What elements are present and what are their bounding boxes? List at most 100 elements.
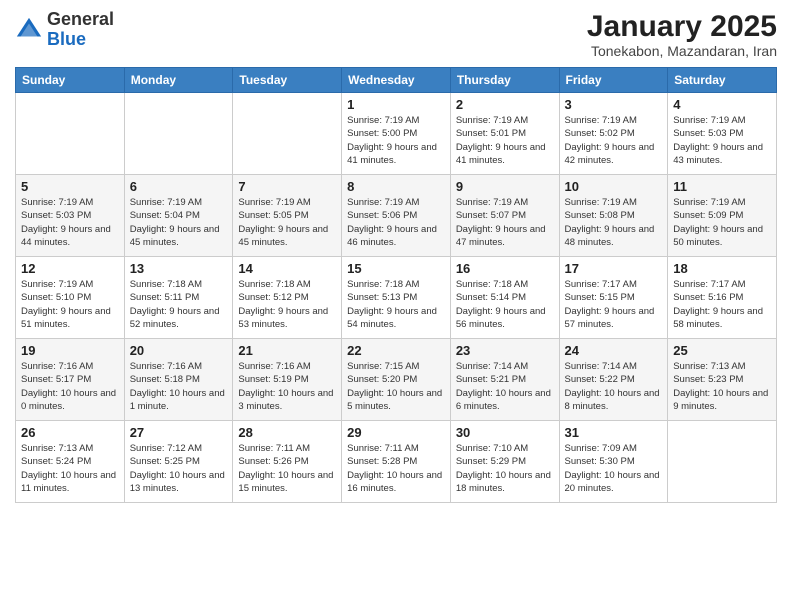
day-cell: 17Sunrise: 7:17 AM Sunset: 5:15 PM Dayli… bbox=[559, 257, 668, 339]
day-cell: 31Sunrise: 7:09 AM Sunset: 5:30 PM Dayli… bbox=[559, 421, 668, 503]
day-cell: 20 Sunrise: 7:16 AM Sunset: 5:18 PM Dayli… bbox=[124, 339, 233, 421]
day-number: 11 bbox=[673, 179, 771, 194]
day-cell: 12Sunrise: 7:19 AM Sunset: 5:10 PM Dayli… bbox=[16, 257, 125, 339]
day-info: Sunrise: 7:15 AM Sunset: 5:20 PM Dayligh… bbox=[347, 360, 445, 413]
day-info: Sunrise: 7:17 AM Sunset: 5:16 PM Dayligh… bbox=[673, 278, 771, 331]
day-cell: 30 Sunrise: 7:10 AM Sunset: 5:29 PM Dayli… bbox=[450, 421, 559, 503]
weekday-wednesday: Wednesday bbox=[342, 68, 451, 93]
day-info: Sunrise: 7:19 AM Sunset: 5:03 PM Dayligh… bbox=[21, 196, 119, 249]
day-info: Sunrise: 7:19 AM Sunset: 5:00 PM Dayligh… bbox=[347, 114, 445, 167]
day-cell: 26Sunrise: 7:13 AM Sunset: 5:24 PM Dayli… bbox=[16, 421, 125, 503]
day-info: Sunrise: 7:10 AM Sunset: 5:29 PM Dayligh… bbox=[456, 442, 554, 495]
day-cell: 4 Sunrise: 7:19 AM Sunset: 5:03 PM Daylig… bbox=[668, 93, 777, 175]
day-number: 8 bbox=[347, 179, 445, 194]
week-row-4: 26Sunrise: 7:13 AM Sunset: 5:24 PM Dayli… bbox=[16, 421, 777, 503]
day-cell bbox=[233, 93, 342, 175]
day-number: 26 bbox=[21, 425, 119, 440]
day-info: Sunrise: 7:18 AM Sunset: 5:11 PM Dayligh… bbox=[130, 278, 228, 331]
day-number: 24 bbox=[565, 343, 663, 358]
day-info: Sunrise: 7:19 AM Sunset: 5:01 PM Dayligh… bbox=[456, 114, 554, 167]
weekday-saturday: Saturday bbox=[668, 68, 777, 93]
day-number: 23 bbox=[456, 343, 554, 358]
day-info: Sunrise: 7:13 AM Sunset: 5:23 PM Dayligh… bbox=[673, 360, 771, 413]
day-cell: 3 Sunrise: 7:19 AM Sunset: 5:02 PM Daylig… bbox=[559, 93, 668, 175]
day-info: Sunrise: 7:19 AM Sunset: 5:03 PM Dayligh… bbox=[673, 114, 771, 167]
day-info: Sunrise: 7:19 AM Sunset: 5:06 PM Dayligh… bbox=[347, 196, 445, 249]
day-cell: 8 Sunrise: 7:19 AM Sunset: 5:06 PM Daylig… bbox=[342, 175, 451, 257]
week-row-1: 5Sunrise: 7:19 AM Sunset: 5:03 PM Daylig… bbox=[16, 175, 777, 257]
day-number: 3 bbox=[565, 97, 663, 112]
day-number: 7 bbox=[238, 179, 336, 194]
day-cell: 1Sunrise: 7:19 AM Sunset: 5:00 PM Daylig… bbox=[342, 93, 451, 175]
month-title: January 2025 bbox=[587, 10, 777, 43]
day-info: Sunrise: 7:16 AM Sunset: 5:17 PM Dayligh… bbox=[21, 360, 119, 413]
day-info: Sunrise: 7:19 AM Sunset: 5:07 PM Dayligh… bbox=[456, 196, 554, 249]
day-cell: 19 Sunrise: 7:16 AM Sunset: 5:17 PM Dayli… bbox=[16, 339, 125, 421]
day-number: 4 bbox=[673, 97, 771, 112]
weekday-monday: Monday bbox=[124, 68, 233, 93]
logo: General Blue bbox=[15, 10, 114, 50]
day-cell: 28 Sunrise: 7:11 AM Sunset: 5:26 PM Dayli… bbox=[233, 421, 342, 503]
day-number: 13 bbox=[130, 261, 228, 276]
day-number: 20 bbox=[130, 343, 228, 358]
day-cell: 27 Sunrise: 7:12 AM Sunset: 5:25 PM Dayli… bbox=[124, 421, 233, 503]
day-cell: 13 Sunrise: 7:18 AM Sunset: 5:11 PM Dayli… bbox=[124, 257, 233, 339]
day-cell: 25 Sunrise: 7:13 AM Sunset: 5:23 PM Dayli… bbox=[668, 339, 777, 421]
day-cell: 5Sunrise: 7:19 AM Sunset: 5:03 PM Daylig… bbox=[16, 175, 125, 257]
day-number: 28 bbox=[238, 425, 336, 440]
logo-blue: Blue bbox=[47, 29, 86, 49]
day-cell: 6 Sunrise: 7:19 AM Sunset: 5:04 PM Daylig… bbox=[124, 175, 233, 257]
day-number: 16 bbox=[456, 261, 554, 276]
header: General Blue January 2025 Tonekabon, Maz… bbox=[15, 10, 777, 59]
day-info: Sunrise: 7:18 AM Sunset: 5:13 PM Dayligh… bbox=[347, 278, 445, 331]
day-cell bbox=[668, 421, 777, 503]
day-info: Sunrise: 7:19 AM Sunset: 5:04 PM Dayligh… bbox=[130, 196, 228, 249]
day-info: Sunrise: 7:18 AM Sunset: 5:14 PM Dayligh… bbox=[456, 278, 554, 331]
day-cell: 7 Sunrise: 7:19 AM Sunset: 5:05 PM Daylig… bbox=[233, 175, 342, 257]
day-cell bbox=[16, 93, 125, 175]
day-number: 2 bbox=[456, 97, 554, 112]
day-info: Sunrise: 7:19 AM Sunset: 5:05 PM Dayligh… bbox=[238, 196, 336, 249]
day-cell: 11Sunrise: 7:19 AM Sunset: 5:09 PM Dayli… bbox=[668, 175, 777, 257]
day-number: 10 bbox=[565, 179, 663, 194]
day-cell: 29Sunrise: 7:11 AM Sunset: 5:28 PM Dayli… bbox=[342, 421, 451, 503]
day-cell bbox=[124, 93, 233, 175]
day-info: Sunrise: 7:18 AM Sunset: 5:12 PM Dayligh… bbox=[238, 278, 336, 331]
day-info: Sunrise: 7:16 AM Sunset: 5:18 PM Dayligh… bbox=[130, 360, 228, 413]
day-number: 6 bbox=[130, 179, 228, 194]
day-number: 30 bbox=[456, 425, 554, 440]
day-cell: 10 Sunrise: 7:19 AM Sunset: 5:08 PM Dayli… bbox=[559, 175, 668, 257]
day-number: 29 bbox=[347, 425, 445, 440]
day-info: Sunrise: 7:14 AM Sunset: 5:22 PM Dayligh… bbox=[565, 360, 663, 413]
day-number: 27 bbox=[130, 425, 228, 440]
week-row-3: 19 Sunrise: 7:16 AM Sunset: 5:17 PM Dayli… bbox=[16, 339, 777, 421]
page: General Blue January 2025 Tonekabon, Maz… bbox=[0, 0, 792, 612]
week-row-0: 1Sunrise: 7:19 AM Sunset: 5:00 PM Daylig… bbox=[16, 93, 777, 175]
day-number: 31 bbox=[565, 425, 663, 440]
day-number: 25 bbox=[673, 343, 771, 358]
day-info: Sunrise: 7:19 AM Sunset: 5:08 PM Dayligh… bbox=[565, 196, 663, 249]
location-title: Tonekabon, Mazandaran, Iran bbox=[587, 43, 777, 59]
logo-general: General bbox=[47, 9, 114, 29]
day-info: Sunrise: 7:12 AM Sunset: 5:25 PM Dayligh… bbox=[130, 442, 228, 495]
day-number: 15 bbox=[347, 261, 445, 276]
day-number: 22 bbox=[347, 343, 445, 358]
day-cell: 9 Sunrise: 7:19 AM Sunset: 5:07 PM Daylig… bbox=[450, 175, 559, 257]
day-cell: 16 Sunrise: 7:18 AM Sunset: 5:14 PM Dayli… bbox=[450, 257, 559, 339]
day-cell: 18 Sunrise: 7:17 AM Sunset: 5:16 PM Dayli… bbox=[668, 257, 777, 339]
day-info: Sunrise: 7:11 AM Sunset: 5:26 PM Dayligh… bbox=[238, 442, 336, 495]
day-cell: 14Sunrise: 7:18 AM Sunset: 5:12 PM Dayli… bbox=[233, 257, 342, 339]
day-info: Sunrise: 7:19 AM Sunset: 5:02 PM Dayligh… bbox=[565, 114, 663, 167]
week-row-2: 12Sunrise: 7:19 AM Sunset: 5:10 PM Dayli… bbox=[16, 257, 777, 339]
title-block: January 2025 Tonekabon, Mazandaran, Iran bbox=[587, 10, 777, 59]
day-number: 9 bbox=[456, 179, 554, 194]
day-info: Sunrise: 7:14 AM Sunset: 5:21 PM Dayligh… bbox=[456, 360, 554, 413]
day-number: 12 bbox=[21, 261, 119, 276]
day-number: 21 bbox=[238, 343, 336, 358]
day-info: Sunrise: 7:16 AM Sunset: 5:19 PM Dayligh… bbox=[238, 360, 336, 413]
day-number: 18 bbox=[673, 261, 771, 276]
day-cell: 15 Sunrise: 7:18 AM Sunset: 5:13 PM Dayli… bbox=[342, 257, 451, 339]
calendar-table: SundayMondayTuesdayWednesdayThursdayFrid… bbox=[15, 67, 777, 503]
day-number: 19 bbox=[21, 343, 119, 358]
weekday-friday: Friday bbox=[559, 68, 668, 93]
